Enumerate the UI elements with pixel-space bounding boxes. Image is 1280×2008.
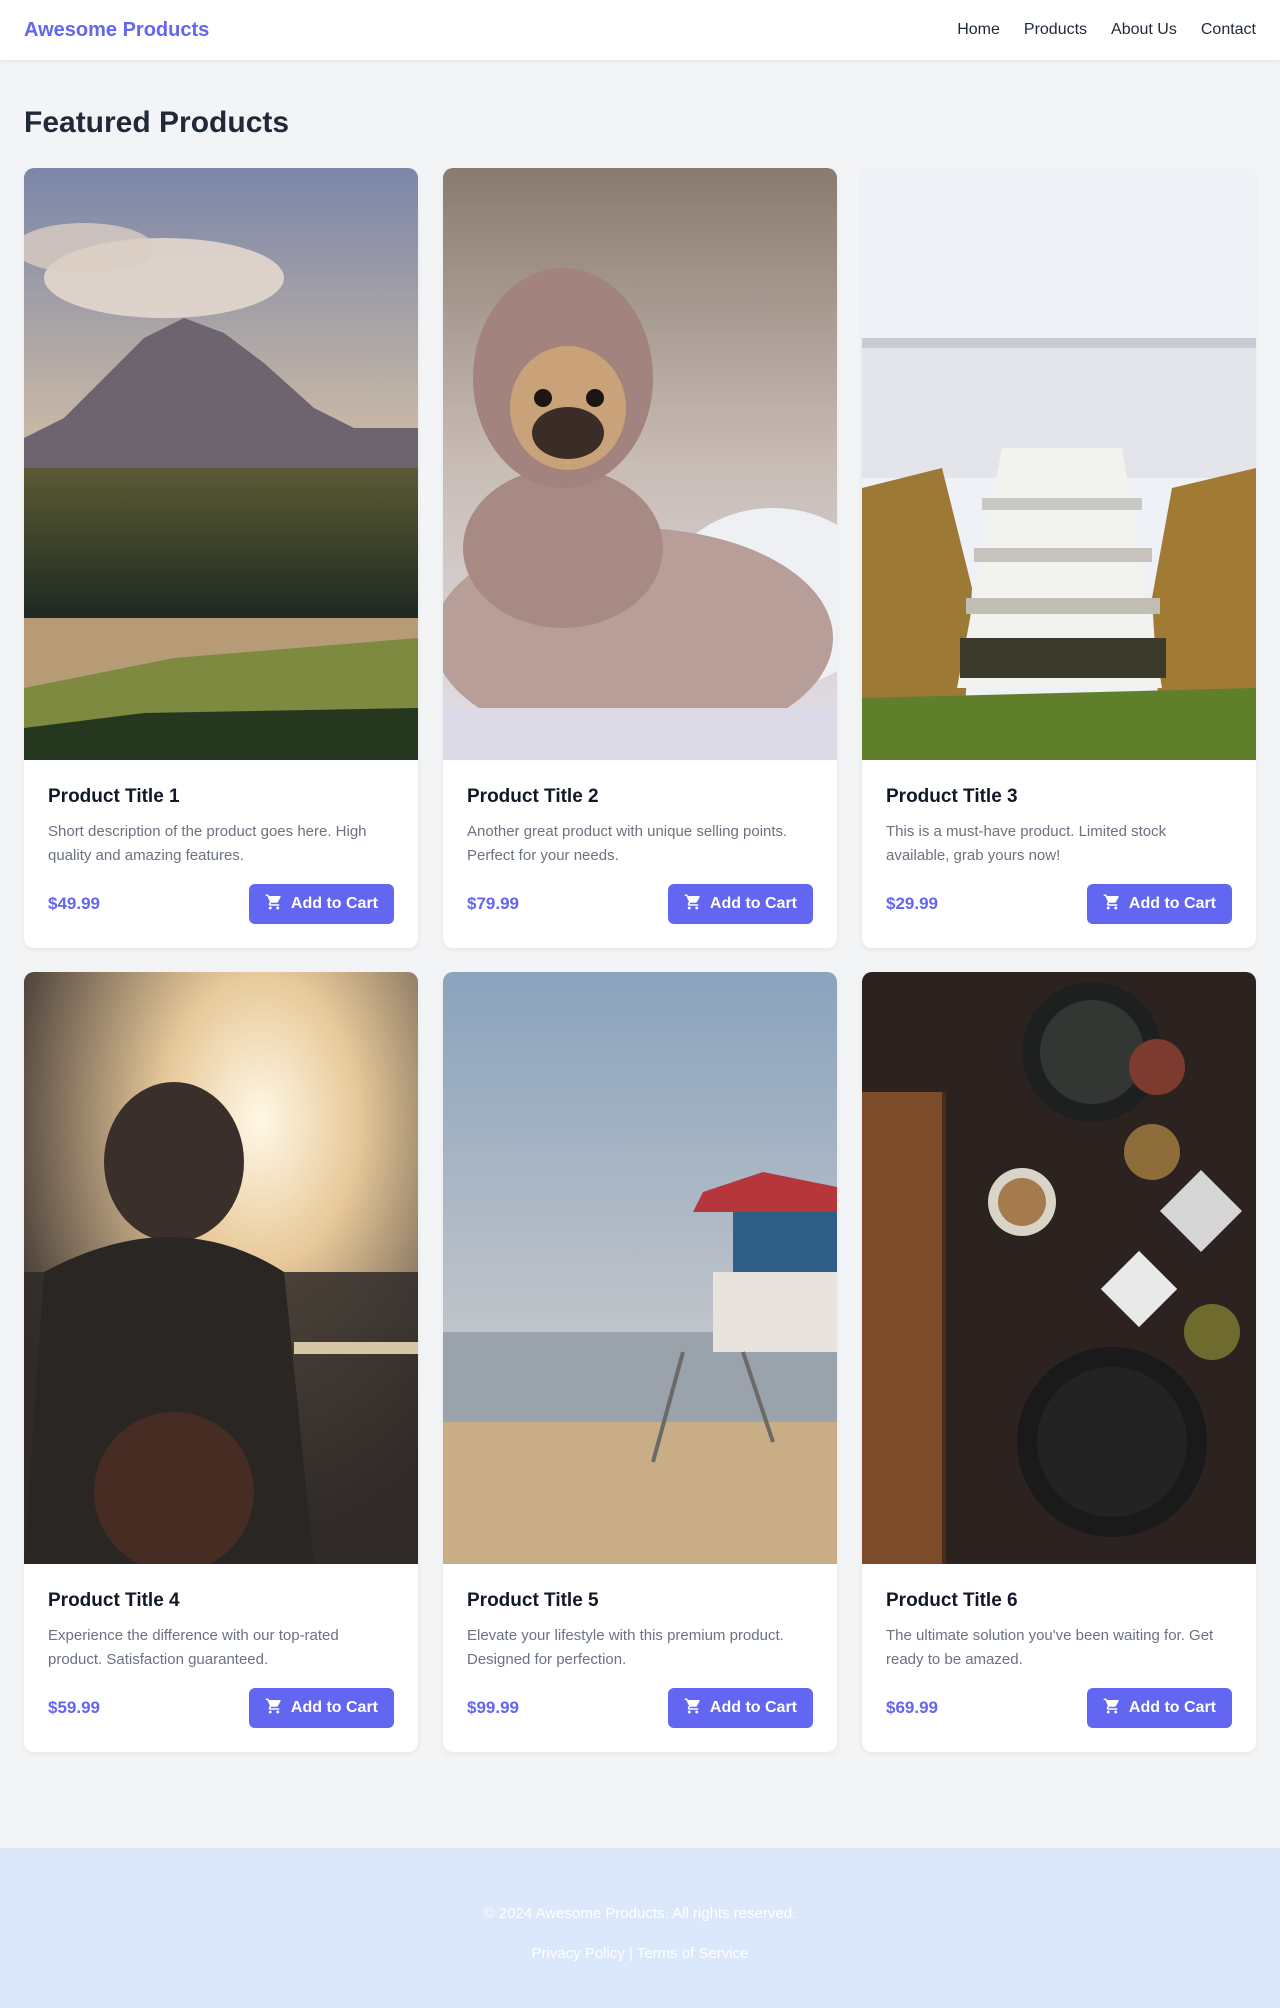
product-card-body: Product Title 2 Another great product wi… <box>443 760 837 948</box>
product-description: Short description of the product goes he… <box>48 823 367 864</box>
product-card: Product Title 2 Another great product wi… <box>443 168 837 948</box>
product-title[interactable]: Product Title 2 <box>467 786 813 808</box>
product-description: Another great product with unique sellin… <box>467 823 788 864</box>
add-to-cart-label: Add to Cart <box>1128 895 1216 912</box>
shopping-cart-icon <box>1103 893 1121 916</box>
product-title[interactable]: Product Title 3 <box>886 786 1232 808</box>
product-price: $69.99 <box>886 1698 938 1717</box>
footer-link-separator: | <box>624 1945 637 1962</box>
product-price: $99.99 <box>467 1698 519 1717</box>
shopping-cart-icon <box>265 893 283 916</box>
copyright-text: © 2024 Awesome Products. All rights rese… <box>483 1905 797 1922</box>
shopping-cart-icon <box>684 893 702 916</box>
nav-home[interactable]: Home <box>957 21 1000 39</box>
brand-logo-link[interactable]: Awesome Products <box>24 19 209 42</box>
product-grid: Product Title 1 Short description of the… <box>24 168 1256 1752</box>
product-title[interactable]: Product Title 6 <box>886 1590 1232 1612</box>
add-to-cart-label: Add to Cart <box>290 895 378 912</box>
product-image[interactable] <box>862 168 1256 760</box>
product-footer-row: $69.99 Add to Cart <box>886 1688 1232 1728</box>
product-footer-row: $59.99 Add to Cart <box>48 1688 394 1728</box>
product-card-body: Product Title 1 Short description of the… <box>24 760 418 948</box>
product-description: Elevate your lifestyle with this premium… <box>467 1627 784 1668</box>
terms-of-service-link[interactable]: Terms of Service <box>637 1945 749 1962</box>
product-price: $79.99 <box>467 894 519 913</box>
product-footer-row: $79.99 Add to Cart <box>467 884 813 924</box>
add-to-cart-button[interactable]: Add to Cart <box>248 1688 394 1728</box>
add-to-cart-label: Add to Cart <box>1128 1699 1216 1716</box>
product-card-body: Product Title 6 The ultimate solution yo… <box>862 1564 1256 1752</box>
product-title[interactable]: Product Title 5 <box>467 1590 813 1612</box>
product-card: Product Title 4 Experience the differenc… <box>24 972 418 1752</box>
nav-about-us[interactable]: About Us <box>1111 21 1177 39</box>
product-description: The ultimate solution you've been waitin… <box>886 1627 1214 1668</box>
page-title: Featured Products <box>24 106 290 139</box>
shopping-cart-icon <box>1103 1697 1121 1720</box>
product-card: Product Title 6 The ultimate solution yo… <box>862 972 1256 1752</box>
add-to-cart-button[interactable]: Add to Cart <box>1086 884 1232 924</box>
product-image[interactable] <box>443 972 837 1564</box>
nav-products[interactable]: Products <box>1024 21 1087 39</box>
product-footer-row: $99.99 Add to Cart <box>467 1688 813 1728</box>
add-to-cart-button[interactable]: Add to Cart <box>667 884 813 924</box>
product-price: $49.99 <box>48 894 100 913</box>
product-image[interactable] <box>443 168 837 760</box>
add-to-cart-button[interactable]: Add to Cart <box>1086 1688 1232 1728</box>
product-card-body: Product Title 3 This is a must-have prod… <box>862 760 1256 948</box>
add-to-cart-label: Add to Cart <box>709 895 797 912</box>
product-footer-row: $49.99 Add to Cart <box>48 884 394 924</box>
product-image[interactable] <box>24 972 418 1564</box>
product-card: Product Title 3 This is a must-have prod… <box>862 168 1256 948</box>
product-image[interactable] <box>24 168 418 760</box>
product-title[interactable]: Product Title 1 <box>48 786 394 808</box>
privacy-policy-link[interactable]: Privacy Policy <box>531 1945 624 1962</box>
add-to-cart-label: Add to Cart <box>709 1699 797 1716</box>
add-to-cart-button[interactable]: Add to Cart <box>667 1688 813 1728</box>
add-to-cart-label: Add to Cart <box>290 1699 378 1716</box>
main-nav: Home Products About Us Contact <box>957 21 1256 39</box>
product-description: Experience the difference with our top-r… <box>48 1627 339 1668</box>
product-footer-row: $29.99 Add to Cart <box>886 884 1232 924</box>
site-footer: © 2024 Awesome Products. All rights rese… <box>0 1848 1280 2008</box>
product-image[interactable] <box>862 972 1256 1564</box>
product-card: Product Title 1 Short description of the… <box>24 168 418 948</box>
shopping-cart-icon <box>684 1697 702 1720</box>
product-card-body: Product Title 4 Experience the differenc… <box>24 1564 418 1752</box>
footer-links: Privacy Policy | Terms of Service <box>0 1945 1280 1962</box>
nav-contact[interactable]: Contact <box>1201 21 1256 39</box>
product-price: $29.99 <box>886 894 938 913</box>
site-header: Awesome Products Home Products About Us … <box>0 0 1280 60</box>
product-title[interactable]: Product Title 4 <box>48 1590 394 1612</box>
product-card: Product Title 5 Elevate your lifestyle w… <box>443 972 837 1752</box>
product-description: This is a must-have product. Limited sto… <box>886 823 1167 864</box>
shopping-cart-icon <box>265 1697 283 1720</box>
product-card-body: Product Title 5 Elevate your lifestyle w… <box>443 1564 837 1752</box>
add-to-cart-button[interactable]: Add to Cart <box>248 884 394 924</box>
product-price: $59.99 <box>48 1698 100 1717</box>
